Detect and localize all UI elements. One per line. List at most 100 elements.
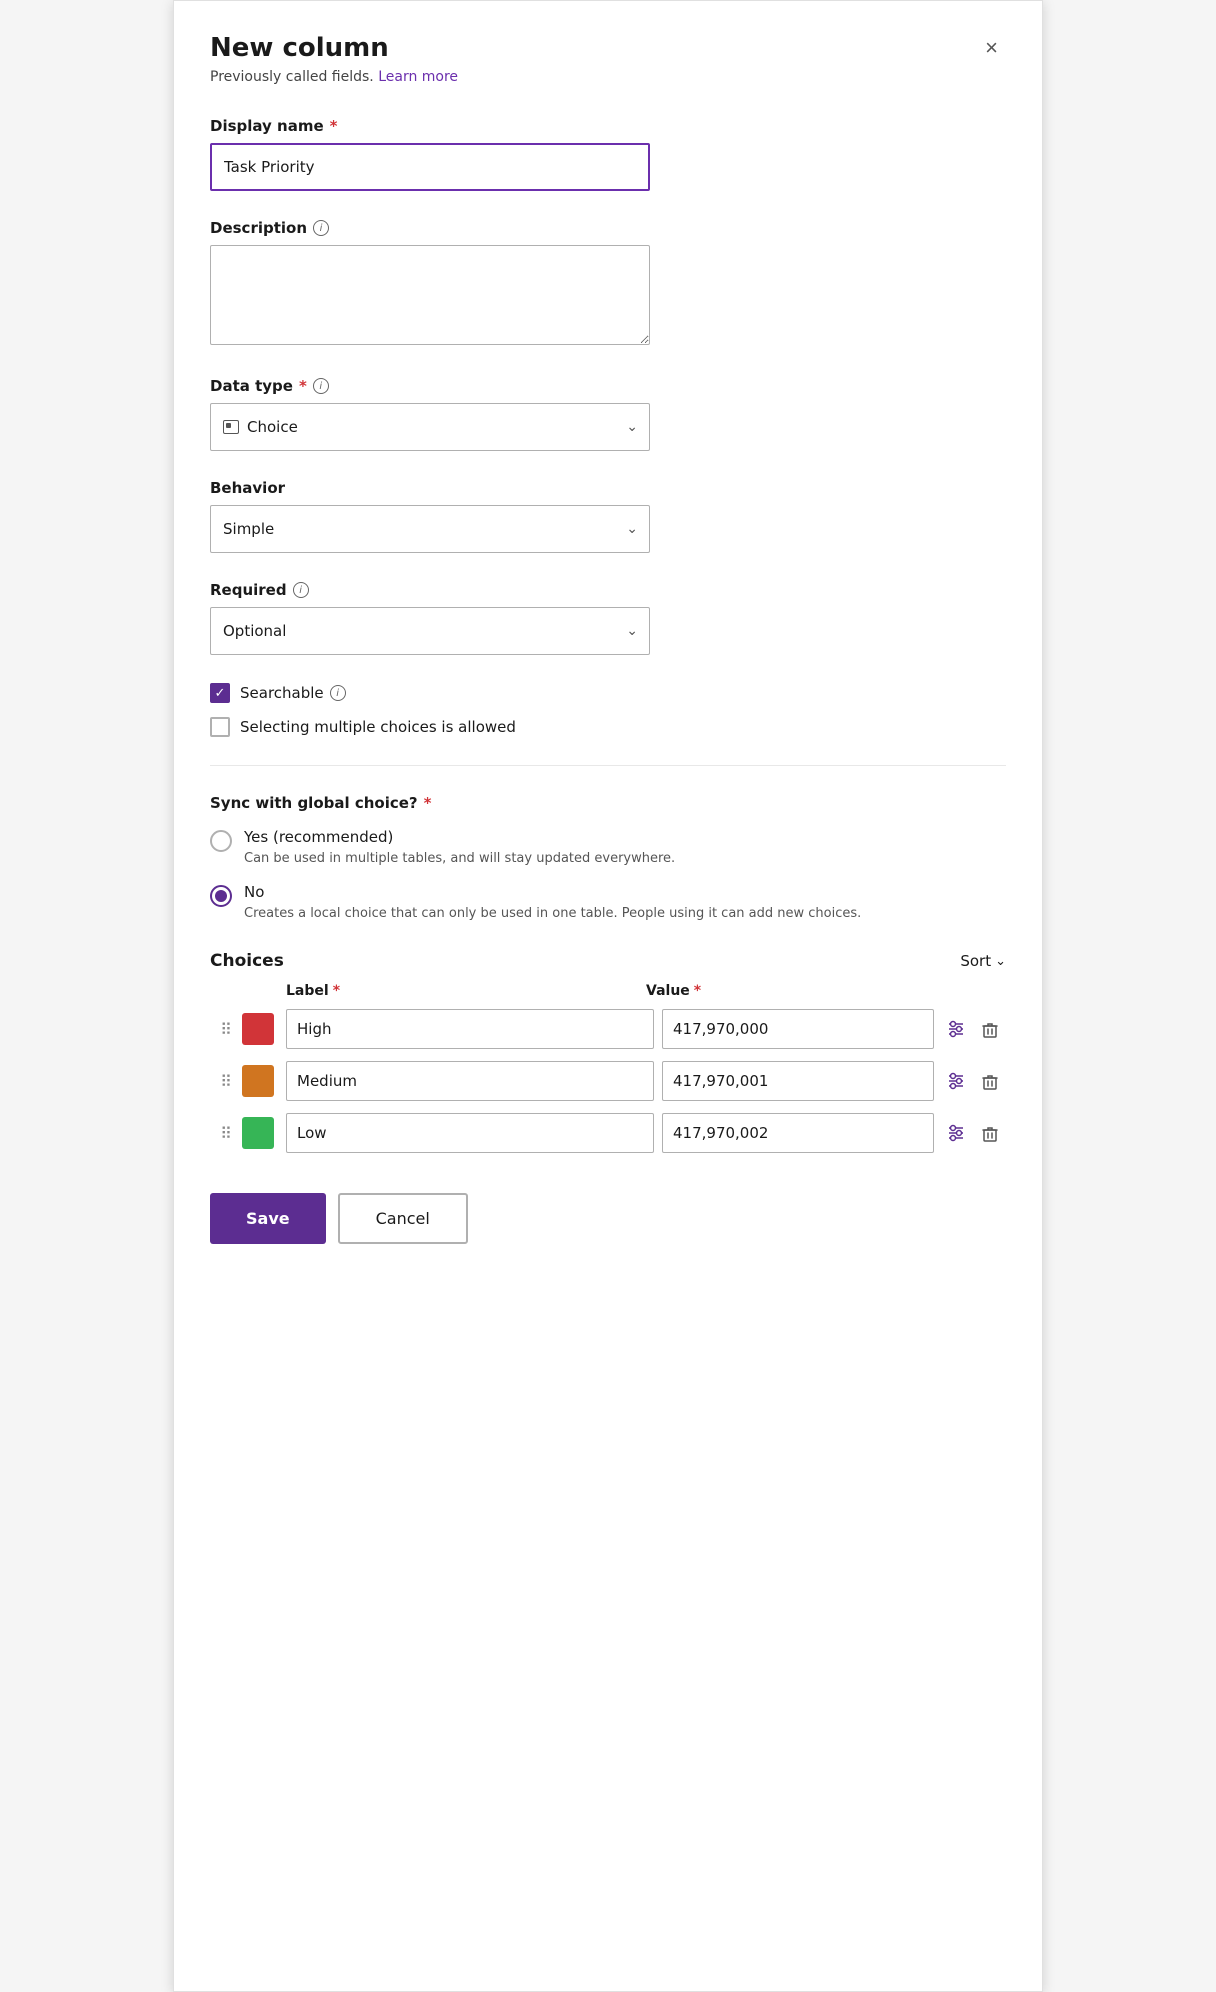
filter-options-button-0[interactable] bbox=[942, 1015, 970, 1043]
required-value: Optional bbox=[223, 622, 286, 640]
behavior-select[interactable]: Simple ⌄ bbox=[210, 505, 650, 553]
color-swatch-1[interactable] bbox=[242, 1065, 274, 1097]
required-chevron-icon: ⌄ bbox=[626, 623, 638, 639]
row-actions-2 bbox=[942, 1119, 1006, 1147]
description-info-icon: i bbox=[313, 220, 329, 236]
filter-options-button-2[interactable] bbox=[942, 1119, 970, 1147]
required-select[interactable]: Optional ⌄ bbox=[210, 607, 650, 655]
divider-1 bbox=[210, 765, 1006, 766]
sync-no-radio[interactable] bbox=[210, 885, 232, 907]
row-actions-0 bbox=[942, 1015, 1006, 1043]
multiple-choices-row: Selecting multiple choices is allowed bbox=[210, 717, 1006, 737]
searchable-info-icon: i bbox=[330, 685, 346, 701]
sync-yes-radio[interactable] bbox=[210, 830, 232, 852]
data-type-select[interactable]: Choice ⌄ bbox=[210, 403, 650, 451]
learn-more-link[interactable]: Learn more bbox=[378, 69, 458, 85]
sync-no-desc: Creates a local choice that can only be … bbox=[244, 904, 861, 924]
sync-no-radio-inner bbox=[215, 890, 227, 902]
filter-icon bbox=[946, 1019, 966, 1039]
color-swatch-0[interactable] bbox=[242, 1013, 274, 1045]
drag-handle[interactable]: ⠿ bbox=[210, 1020, 242, 1039]
behavior-group: Behavior Simple ⌄ bbox=[210, 479, 1006, 553]
sync-yes-desc: Can be used in multiple tables, and will… bbox=[244, 849, 675, 869]
data-type-group: Data type * i Choice ⌄ bbox=[210, 377, 1006, 451]
delete-choice-button-2[interactable] bbox=[976, 1119, 1004, 1147]
drag-handle[interactable]: ⠿ bbox=[210, 1072, 242, 1091]
sort-chevron-icon: ⌄ bbox=[995, 954, 1006, 969]
choice-type-icon bbox=[223, 420, 239, 434]
sync-global-group: Sync with global choice? * Yes (recommen… bbox=[210, 794, 1006, 923]
display-name-label: Display name * bbox=[210, 117, 1006, 135]
choices-header: Choices Sort ⌄ bbox=[210, 951, 1006, 971]
data-type-info-icon: i bbox=[313, 378, 329, 394]
choices-section: Choices Sort ⌄ Label * Value * ⠿ bbox=[210, 951, 1006, 1153]
sync-no-row: No Creates a local choice that can only … bbox=[210, 883, 1006, 924]
sync-yes-row: Yes (recommended) Can be used in multipl… bbox=[210, 828, 1006, 869]
trash-icon bbox=[980, 1071, 1000, 1091]
description-group: Description i bbox=[210, 219, 1006, 349]
multiple-choices-checkbox[interactable] bbox=[210, 717, 230, 737]
behavior-label: Behavior bbox=[210, 479, 1006, 497]
searchable-label: Searchable i bbox=[240, 684, 346, 702]
sort-label: Sort bbox=[960, 952, 991, 970]
table-row: ⠿ bbox=[210, 1009, 1006, 1049]
choice-value-input-2[interactable] bbox=[662, 1113, 934, 1153]
close-button[interactable]: × bbox=[977, 33, 1006, 63]
row-actions-1 bbox=[942, 1067, 1006, 1095]
sort-button[interactable]: Sort ⌄ bbox=[960, 952, 1006, 970]
choice-label-input-2[interactable] bbox=[286, 1113, 654, 1153]
sync-required-star: * bbox=[424, 794, 432, 812]
col-value-header: Value * bbox=[646, 983, 926, 999]
trash-icon bbox=[980, 1123, 1000, 1143]
save-button[interactable]: Save bbox=[210, 1193, 326, 1244]
description-label: Description i bbox=[210, 219, 1006, 237]
modal-title: New column bbox=[210, 33, 389, 63]
required-label: Required i bbox=[210, 581, 1006, 599]
drag-handle[interactable]: ⠿ bbox=[210, 1124, 242, 1143]
description-input[interactable] bbox=[210, 245, 650, 345]
filter-options-button-1[interactable] bbox=[942, 1067, 970, 1095]
choices-title: Choices bbox=[210, 951, 284, 971]
color-swatch-2[interactable] bbox=[242, 1117, 274, 1149]
behavior-value: Simple bbox=[223, 520, 274, 538]
data-type-value: Choice bbox=[247, 418, 298, 436]
data-type-chevron-icon: ⌄ bbox=[626, 419, 638, 435]
display-name-group: Display name * bbox=[210, 117, 1006, 191]
footer-buttons: Save Cancel bbox=[210, 1193, 1006, 1244]
sync-radio-group: Yes (recommended) Can be used in multipl… bbox=[210, 828, 1006, 923]
choice-value-input-1[interactable] bbox=[662, 1061, 934, 1101]
searchable-row: Searchable i bbox=[210, 683, 1006, 703]
delete-choice-button-0[interactable] bbox=[976, 1015, 1004, 1043]
display-name-input[interactable] bbox=[210, 143, 650, 191]
choice-rows-container: ⠿ bbox=[210, 1009, 1006, 1153]
data-type-label: Data type * i bbox=[210, 377, 1006, 395]
new-column-modal: New column × Previously called fields. L… bbox=[173, 0, 1043, 1992]
col-label-header: Label * bbox=[286, 983, 646, 999]
required-field-group: Required i Optional ⌄ bbox=[210, 581, 1006, 655]
cancel-button[interactable]: Cancel bbox=[338, 1193, 468, 1244]
required-star: * bbox=[330, 117, 338, 135]
sync-no-label: No bbox=[244, 883, 861, 901]
multiple-choices-label: Selecting multiple choices is allowed bbox=[240, 718, 516, 736]
required-info-icon: i bbox=[293, 582, 309, 598]
filter-icon bbox=[946, 1123, 966, 1143]
delete-choice-button-1[interactable] bbox=[976, 1067, 1004, 1095]
choice-value-input-0[interactable] bbox=[662, 1009, 934, 1049]
sync-yes-content: Yes (recommended) Can be used in multipl… bbox=[244, 828, 675, 869]
filter-icon bbox=[946, 1071, 966, 1091]
data-type-select-wrapper: Choice ⌄ bbox=[210, 403, 650, 451]
required-select-wrapper: Optional ⌄ bbox=[210, 607, 650, 655]
table-row: ⠿ bbox=[210, 1113, 1006, 1153]
trash-icon bbox=[980, 1019, 1000, 1039]
sync-yes-label: Yes (recommended) bbox=[244, 828, 675, 846]
subtitle: Previously called fields. Learn more bbox=[210, 69, 1006, 85]
choice-label-input-1[interactable] bbox=[286, 1061, 654, 1101]
sync-global-title: Sync with global choice? * bbox=[210, 794, 1006, 812]
col-label-required: * bbox=[333, 983, 340, 999]
col-value-required: * bbox=[694, 983, 701, 999]
table-row: ⠿ bbox=[210, 1061, 1006, 1101]
choice-label-input-0[interactable] bbox=[286, 1009, 654, 1049]
modal-header: New column × bbox=[210, 33, 1006, 63]
required-star-2: * bbox=[299, 377, 307, 395]
searchable-checkbox[interactable] bbox=[210, 683, 230, 703]
